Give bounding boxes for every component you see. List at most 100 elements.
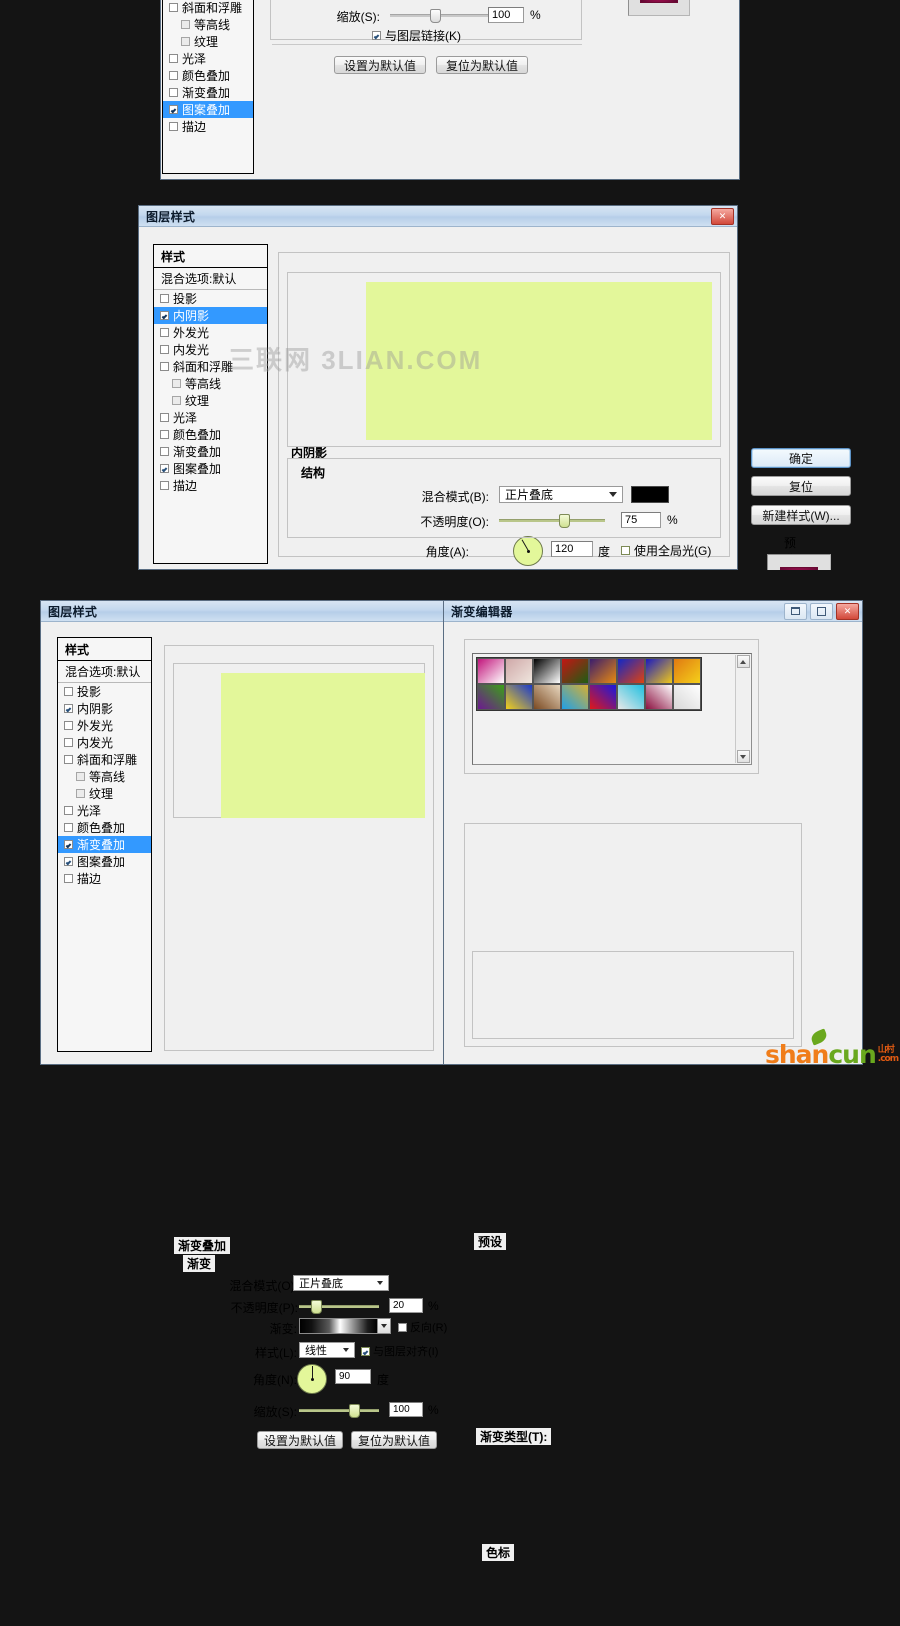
style-checkbox[interactable] — [181, 20, 190, 29]
sidebar-item-光泽[interactable]: 光泽 — [163, 50, 253, 67]
global-light-row[interactable]: 使用全局光(G) — [621, 542, 711, 559]
style-checkbox[interactable] — [169, 71, 178, 80]
style-checkbox[interactable] — [160, 464, 169, 473]
angle-value[interactable]: 120 — [551, 541, 593, 557]
style-checkbox[interactable] — [64, 704, 73, 713]
maximize-icon[interactable] — [810, 602, 833, 620]
preset-swatch[interactable] — [589, 658, 617, 684]
style-checkbox[interactable] — [160, 413, 169, 422]
style-checkbox[interactable] — [76, 789, 85, 798]
presets-well[interactable] — [472, 653, 752, 765]
style-checkbox[interactable] — [160, 362, 169, 371]
preset-swatch[interactable] — [533, 684, 561, 710]
g-blend-mode-combo[interactable]: 正片叠底 — [293, 1275, 389, 1291]
sidebar-item-投影[interactable]: 投影 — [58, 683, 151, 700]
sidebar-item-投影[interactable]: 投影 — [154, 290, 267, 307]
sidebar-item-渐变叠加[interactable]: 渐变叠加 — [163, 84, 253, 101]
top-set-default-button[interactable]: 设置为默认值 — [334, 56, 426, 74]
style-checkbox[interactable] — [181, 37, 190, 46]
sidebar-item-图案叠加[interactable]: 图案叠加 — [154, 460, 267, 477]
sidebar-item-纹理[interactable]: 纹理 — [58, 785, 151, 802]
g-scale-slider[interactable] — [299, 1404, 379, 1418]
sidebar-item-内阴影[interactable]: 内阴影 — [58, 700, 151, 717]
sidebar-item-图案叠加[interactable]: 图案叠加 — [58, 853, 151, 870]
top-scale-value[interactable]: 100 — [488, 7, 524, 23]
style-checkbox[interactable] — [64, 874, 73, 883]
preset-swatch[interactable] — [645, 684, 673, 710]
preset-swatch[interactable] — [561, 658, 589, 684]
inner-shadow-titlebar[interactable]: 图层样式 ✕ — [139, 206, 737, 227]
sidebar-item-光泽[interactable]: 光泽 — [154, 409, 267, 426]
style-checkbox[interactable] — [160, 430, 169, 439]
sidebar-item-斜面和浮雕[interactable]: 斜面和浮雕 — [154, 358, 267, 375]
angle-dial[interactable] — [513, 536, 543, 566]
gradient-editor-titlebar[interactable]: 渐变编辑器 ✕ — [444, 601, 862, 622]
sidebar-item-描边[interactable]: 描边 — [163, 118, 253, 135]
sidebar-item-描边[interactable]: 描边 — [58, 870, 151, 887]
inner-shadow-style-list[interactable]: 样式 混合选项:默认 投影 内阴影 外发光 内发光 斜面和浮雕 等高线 纹理 光泽 颜色叠加 渐变… — [153, 244, 268, 564]
scroll-up-button[interactable] — [736, 655, 750, 668]
g-opacity-slider[interactable] — [299, 1300, 379, 1314]
close-icon[interactable]: ✕ — [836, 602, 859, 620]
sidebar-item-等高线[interactable]: 等高线 — [163, 16, 253, 33]
top-reset-default-button[interactable]: 复位为默认值 — [436, 56, 528, 74]
g-angle-dial[interactable] — [297, 1364, 327, 1394]
align-layer-checkbox[interactable] — [361, 1346, 370, 1356]
sidebar-item-外发光[interactable]: 外发光 — [58, 717, 151, 734]
sidebar-item-外发光[interactable]: 外发光 — [154, 324, 267, 341]
preset-swatch[interactable] — [673, 658, 701, 684]
style-checkbox[interactable] — [76, 772, 85, 781]
bot-set-default-button[interactable]: 设置为默认值 — [257, 1431, 343, 1449]
style-checkbox[interactable] — [64, 840, 73, 849]
presets-scrollbar[interactable] — [735, 655, 750, 763]
preset-swatch[interactable] — [645, 658, 673, 684]
reverse-checkbox[interactable] — [398, 1322, 407, 1332]
style-checkbox[interactable] — [64, 823, 73, 832]
preset-swatch[interactable] — [617, 684, 645, 710]
style-checkbox[interactable] — [169, 88, 178, 97]
reset-button[interactable]: 复位 — [751, 476, 851, 496]
style-checkbox[interactable] — [64, 806, 73, 815]
style-checkbox[interactable] — [160, 447, 169, 456]
sidebar-item-内发光[interactable]: 内发光 — [58, 734, 151, 751]
sidebar-item-颜色叠加[interactable]: 颜色叠加 — [154, 426, 267, 443]
sidebar-item-内发光[interactable]: 内发光 — [154, 341, 267, 358]
sidebar-item-斜面和浮雕[interactable]: 斜面和浮雕 — [163, 0, 253, 16]
style-checkbox[interactable] — [169, 122, 178, 131]
style-checkbox[interactable] — [64, 687, 73, 696]
link-layer-checkbox[interactable] — [372, 31, 381, 40]
style-checkbox[interactable] — [169, 3, 178, 12]
sidebar-item-描边[interactable]: 描边 — [154, 477, 267, 494]
gradient-picker[interactable] — [299, 1318, 391, 1334]
gradient-overlay-style-list[interactable]: 样式 混合选项:默认 投影 内阴影 外发光 内发光 斜面和浮雕 等高线 纹理 光泽 颜色叠加 渐变… — [57, 637, 152, 1052]
reverse-row[interactable]: 反向(R) — [398, 1319, 447, 1335]
style-checkbox[interactable] — [64, 857, 73, 866]
preset-swatch[interactable] — [505, 658, 533, 684]
preset-swatch[interactable] — [617, 658, 645, 684]
minimize-icon[interactable] — [784, 602, 807, 620]
sidebar-item-内阴影[interactable]: 内阴影 — [154, 307, 267, 324]
sidebar-item-颜色叠加[interactable]: 颜色叠加 — [58, 819, 151, 836]
style-checkbox[interactable] — [64, 738, 73, 747]
preset-swatch[interactable] — [477, 684, 505, 710]
close-icon[interactable]: ✕ — [711, 207, 734, 225]
sidebar-item-纹理[interactable]: 纹理 — [154, 392, 267, 409]
inner-shadow-window-buttons[interactable]: ✕ — [711, 207, 734, 225]
style-checkbox[interactable] — [160, 294, 169, 303]
g-opacity-value[interactable]: 20 — [389, 1298, 423, 1313]
style-checkbox[interactable] — [172, 396, 181, 405]
blending-options-item[interactable]: 混合选项:默认 — [154, 268, 267, 290]
g-angle-value[interactable]: 90 — [335, 1369, 371, 1384]
new-style-button[interactable]: 新建样式(W)... — [751, 505, 851, 525]
g-style-combo[interactable]: 线性 — [299, 1342, 355, 1358]
global-light-checkbox[interactable] — [621, 546, 630, 555]
bot-reset-default-button[interactable]: 复位为默认值 — [351, 1431, 437, 1449]
align-layer-row[interactable]: 与图层对齐(I) — [361, 1343, 438, 1359]
blending-options-item-2[interactable]: 混合选项:默认 — [58, 661, 151, 683]
gradient-overlay-titlebar[interactable]: 图层样式 — [41, 601, 449, 622]
style-checkbox[interactable] — [160, 311, 169, 320]
sidebar-item-图案叠加[interactable]: 图案叠加 — [163, 101, 253, 118]
style-checkbox[interactable] — [160, 328, 169, 337]
style-checkbox[interactable] — [64, 721, 73, 730]
preset-swatch[interactable] — [561, 684, 589, 710]
